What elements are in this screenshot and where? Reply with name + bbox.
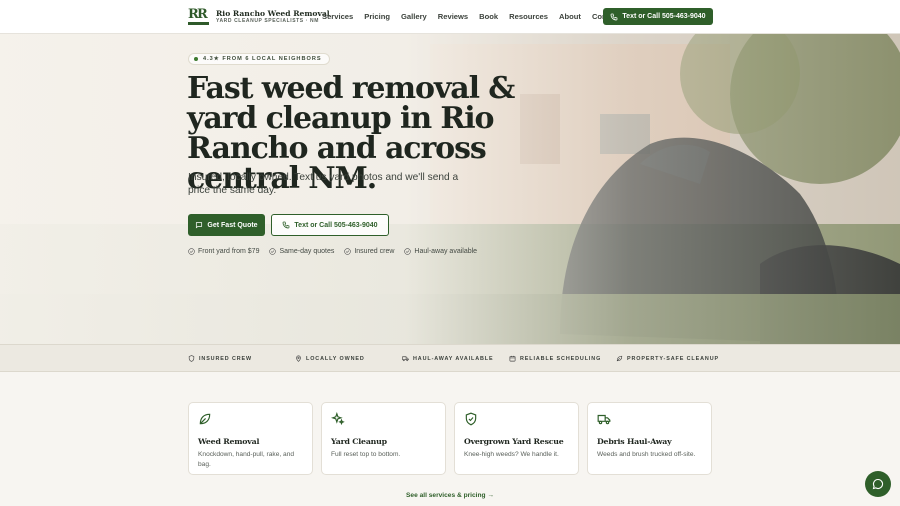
hero-checklist: Front yard from $79 Same-day quotes Insu… (188, 248, 487, 255)
calendar-icon (509, 355, 516, 362)
nav-reviews[interactable]: Reviews (438, 12, 468, 21)
site-header: RR Rio Rancho Weed Removal YARD CLEANUP … (0, 0, 900, 34)
main-nav: Services Pricing Gallery Reviews Book Re… (322, 12, 631, 21)
shield-check-icon (465, 412, 477, 426)
card-desc: Knee-high weeds? We handle it. (464, 451, 559, 458)
chat-icon (196, 222, 203, 229)
rating-dot (194, 57, 198, 61)
header-call-label: Text or Call 505-463-9040 (622, 13, 706, 20)
card-desc: Weeds and brush trucked off-site. (597, 451, 696, 458)
strip-label: PROPERTY-SAFE CLEANUP (627, 355, 719, 362)
service-card-yard-cleanup[interactable]: Yard Cleanup Full reset top to bottom. (321, 402, 446, 475)
rating-text: 4.3★ FROM 6 LOCAL NEIGHBORS (203, 56, 322, 62)
strip-item-scheduling: RELIABLE SCHEDULING (509, 355, 601, 362)
rating-badge: 4.3★ FROM 6 LOCAL NEIGHBORS (188, 53, 330, 65)
check-item: Insured crew (344, 248, 394, 255)
chat-bubble-icon (872, 478, 884, 490)
nav-resources[interactable]: Resources (509, 12, 548, 21)
leaf-icon (199, 413, 211, 425)
brand-name: Rio Rancho Weed Removal (216, 9, 330, 18)
nav-pricing[interactable]: Pricing (364, 12, 390, 21)
hero-call-button[interactable]: Text or Call 505-463-9040 (271, 214, 389, 236)
card-desc: Knockdown, hand-pull, rake, and bag. (198, 451, 295, 468)
logo[interactable]: RR Rio Rancho Weed Removal YARD CLEANUP … (188, 8, 330, 26)
get-quote-button[interactable]: Get Fast Quote (188, 214, 265, 236)
phone-icon (283, 221, 290, 229)
header-call-button[interactable]: Text or Call 505-463-9040 (603, 8, 713, 25)
check-circle-icon (188, 248, 195, 255)
trust-strip: INSURED CREW LOCALLY OWNED HAUL-AWAY AVA… (0, 344, 900, 372)
hero-subcopy: Insured, locally owned. Text us yard pho… (188, 172, 459, 196)
service-card-haul-away[interactable]: Debris Haul-Away Weeds and brush trucked… (587, 402, 712, 475)
truck-icon (597, 414, 611, 425)
phone-icon (611, 13, 618, 20)
strip-label: LOCALLY OWNED (306, 355, 365, 362)
check-label: Insured crew (354, 248, 395, 255)
truck-icon (402, 356, 409, 362)
card-title: Overgrown Yard Rescue (464, 437, 564, 446)
check-circle-icon (404, 248, 412, 255)
check-circle-icon (344, 248, 352, 255)
check-item: Front yard from $79 (188, 248, 259, 255)
nav-book[interactable]: Book (479, 12, 498, 21)
check-circle-icon (269, 248, 277, 255)
check-item: Same-day quotes (269, 248, 334, 255)
strip-item-haul: HAUL-AWAY AVAILABLE (402, 355, 494, 362)
logo-mark: RR (188, 8, 210, 26)
brand-tagline: YARD CLEANUP SPECIALISTS · NM (216, 18, 319, 24)
see-all-services-link[interactable]: See all services & pricing → (0, 492, 900, 499)
check-label: Front yard from $79 (198, 248, 260, 255)
service-cards: Weed Removal Knockdown, hand-pull, rake,… (188, 402, 713, 475)
service-card-weed-removal[interactable]: Weed Removal Knockdown, hand-pull, rake,… (188, 402, 313, 475)
card-title: Weed Removal (198, 437, 260, 446)
check-label: Haul-away available (414, 248, 478, 255)
card-desc: Full reset top to bottom. (331, 451, 401, 458)
strip-item-property-safe: PROPERTY-SAFE CLEANUP (616, 355, 719, 362)
nav-about[interactable]: About (559, 12, 581, 21)
strip-label: INSURED CREW (199, 355, 253, 362)
hero-call-label: Text or Call 505-463-9040 (294, 221, 378, 229)
strip-item-insured: INSURED CREW (188, 355, 252, 362)
map-pin-icon (296, 355, 301, 362)
strip-item-local: LOCALLY OWNED (295, 355, 365, 362)
sparkles-icon (330, 411, 345, 426)
check-item: Haul-away available (404, 248, 477, 255)
nav-gallery[interactable]: Gallery (401, 12, 427, 21)
shield-icon (188, 355, 195, 362)
strip-label: HAUL-AWAY AVAILABLE (413, 355, 494, 362)
nav-services[interactable]: Services (322, 12, 353, 21)
service-card-overgrown-rescue[interactable]: Overgrown Yard Rescue Knee-high weeds? W… (454, 402, 579, 475)
card-title: Debris Haul-Away (597, 437, 672, 446)
leaf-icon (616, 355, 623, 362)
strip-label: RELIABLE SCHEDULING (520, 355, 602, 362)
chat-widget-button[interactable] (865, 471, 891, 497)
check-label: Same-day quotes (279, 248, 335, 255)
card-title: Yard Cleanup (331, 437, 387, 446)
get-quote-label: Get Fast Quote (207, 221, 258, 229)
